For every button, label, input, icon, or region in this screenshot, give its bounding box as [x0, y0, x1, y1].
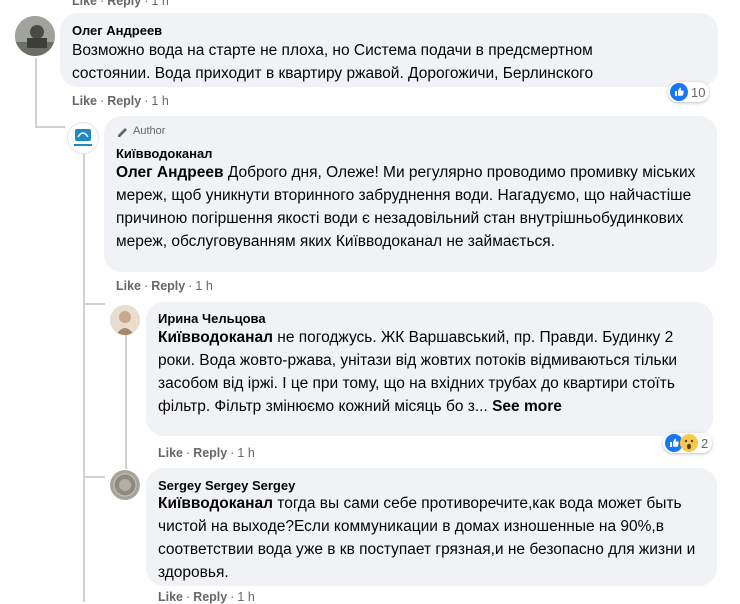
comment-bubble: Олег Андреев Возможно вода на старте не … [60, 13, 718, 87]
comment-bubble: Author Київводоканал Олег Андреев Доброг… [104, 116, 717, 272]
like-button[interactable]: Like [158, 590, 183, 604]
reaction-badge[interactable]: 2 [663, 433, 713, 453]
avatar[interactable] [110, 470, 140, 500]
comment-text: Київводоканал тогда вы сами себе противо… [158, 492, 698, 584]
like-button[interactable]: Like [72, 94, 97, 108]
reply-button[interactable]: Reply [107, 0, 141, 8]
like-button[interactable]: Like [72, 0, 97, 8]
comment-author[interactable]: Олег Андреев [72, 23, 162, 38]
comment-actions: Like · Reply · 1 h [116, 279, 213, 293]
mention-link[interactable]: Київводоканал [158, 495, 273, 512]
thread-line [35, 58, 37, 128]
comment-actions: Like · Reply · 1 h [158, 590, 255, 604]
like-button[interactable]: Like [116, 279, 141, 293]
comment-actions-top: Like · Reply · 1 h [72, 0, 169, 8]
timestamp: 1 h [237, 446, 255, 460]
thread-line [83, 303, 105, 305]
author-badge-label: Author [133, 125, 166, 137]
timestamp: 1 h [195, 279, 213, 293]
comment-author[interactable]: Sergey Sergey Sergey [158, 478, 295, 493]
comment-bubble: Sergey Sergey Sergey Київводоканал тогда… [146, 468, 717, 586]
like-button[interactable]: Like [158, 446, 183, 460]
comment-actions: Like · Reply · 1 h [72, 94, 169, 108]
mention-link[interactable]: Олег Андреев [116, 164, 224, 181]
thread-line [83, 152, 85, 602]
reply-button[interactable]: Reply [193, 446, 227, 460]
timestamp: 1 h [237, 590, 255, 604]
pencil-icon [118, 128, 127, 137]
coin-avatar-icon [110, 470, 140, 500]
reaction-count: 2 [701, 435, 709, 451]
thread-line [125, 334, 127, 469]
reaction-count: 10 [691, 84, 706, 100]
see-more-link[interactable]: See more [492, 398, 562, 415]
timestamp: 1 h [151, 0, 169, 8]
author-badge: Author [116, 125, 165, 137]
reaction-badge[interactable]: 10 [668, 82, 710, 102]
profile-photo-icon [15, 16, 55, 56]
reply-button[interactable]: Reply [193, 590, 227, 604]
kyivvodokanal-logo-icon [74, 129, 92, 146]
reply-button[interactable]: Reply [151, 279, 185, 293]
comment-actions: Like · Reply · 1 h [158, 446, 255, 460]
comment-text: Возможно вода на старте не плоха, но Сис… [72, 42, 594, 82]
avatar[interactable] [67, 122, 99, 154]
profile-photo-icon [110, 305, 140, 335]
avatar[interactable] [15, 16, 55, 56]
comment-text: Київводоканал не погоджусь. ЖК Варшавськ… [158, 326, 688, 418]
comment-bubble: Ирина Чельцова Київводоканал не погоджус… [146, 302, 713, 436]
comment-author[interactable]: Київводоканал [116, 146, 212, 161]
comment-author[interactable]: Ирина Чельцова [158, 311, 266, 326]
timestamp: 1 h [151, 94, 169, 108]
avatar[interactable] [110, 305, 140, 335]
wow-reaction-icon [680, 434, 698, 452]
thread-line [83, 476, 105, 478]
thread-line [35, 126, 65, 128]
like-reaction-icon [670, 83, 688, 101]
reply-button[interactable]: Reply [107, 94, 141, 108]
comment-text: Олег Андреев Доброго дня, Олеже! Ми регу… [116, 161, 706, 253]
mention-link[interactable]: Київводоканал [158, 329, 273, 346]
